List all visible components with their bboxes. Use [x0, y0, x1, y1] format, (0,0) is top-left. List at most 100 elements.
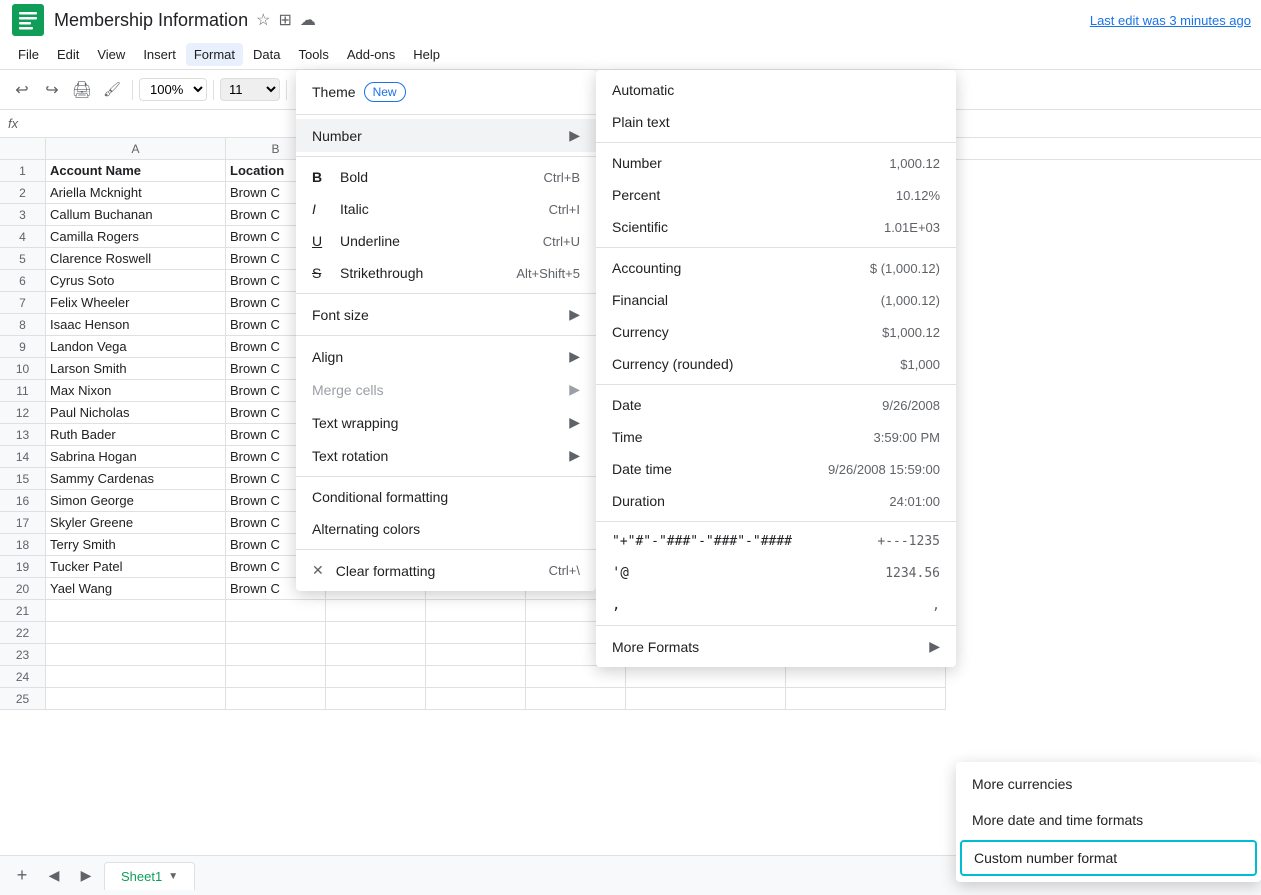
- cell-a24[interactable]: [46, 666, 226, 688]
- number-menu-item-scientific[interactable]: Scientific 1.01E+03: [596, 211, 956, 243]
- number-menu-item-duration[interactable]: Duration 24:01:00: [596, 485, 956, 517]
- cell-a21[interactable]: [46, 600, 226, 622]
- menu-item-data[interactable]: Data: [245, 43, 288, 66]
- number-menu-item-comma-format[interactable]: , ,: [596, 589, 956, 621]
- format-menu-item-text-rotation[interactable]: Text rotation ▶: [296, 439, 596, 472]
- number-menu-item-percent[interactable]: Percent 10.12%: [596, 179, 956, 211]
- number-menu-item-custom-date-format[interactable]: "+"#"-"###"-"###"-"#### +---1235: [596, 526, 956, 557]
- cell-a8[interactable]: Isaac Henson: [46, 314, 226, 336]
- cell-a14[interactable]: Sabrina Hogan: [46, 446, 226, 468]
- cell-e24[interactable]: [526, 666, 626, 688]
- format-menu-item-conditional-formatting[interactable]: Conditional formatting: [296, 481, 596, 513]
- custom-number-format-item[interactable]: Custom number format: [960, 840, 1257, 876]
- cell-a5[interactable]: Clarence Roswell: [46, 248, 226, 270]
- number-menu-item-more-formats[interactable]: More Formats ▶: [596, 630, 956, 663]
- cell-a10[interactable]: Larson Smith: [46, 358, 226, 380]
- cell-a16[interactable]: Simon George: [46, 490, 226, 512]
- nav-sheet-prev[interactable]: ◀: [40, 862, 68, 890]
- cell-g25[interactable]: [786, 688, 946, 710]
- cell-b24[interactable]: [226, 666, 326, 688]
- cell-c24[interactable]: [326, 666, 426, 688]
- font-size-select[interactable]: 11: [220, 78, 280, 101]
- cell-d24[interactable]: [426, 666, 526, 688]
- number-menu-item-currency[interactable]: Currency $1,000.12: [596, 316, 956, 348]
- nav-sheet-next[interactable]: ▶: [72, 862, 100, 890]
- last-edit[interactable]: Last edit was 3 minutes ago: [1090, 13, 1251, 28]
- number-menu-item-financial[interactable]: Financial (1,000.12): [596, 284, 956, 316]
- number-menu-item-date[interactable]: Date 9/26/2008: [596, 389, 956, 421]
- cell-a23[interactable]: [46, 644, 226, 666]
- menu-item-view[interactable]: View: [89, 43, 133, 66]
- format-menu-item-clear-formatting[interactable]: ✕ Clear formatting Ctrl+\: [296, 554, 596, 587]
- cell-d25[interactable]: [426, 688, 526, 710]
- cell-a20[interactable]: Yael Wang: [46, 578, 226, 600]
- cell-a7[interactable]: Felix Wheeler: [46, 292, 226, 314]
- add-sheet-button[interactable]: +: [8, 862, 36, 890]
- cell-b22[interactable]: [226, 622, 326, 644]
- cell-e25[interactable]: [526, 688, 626, 710]
- cell-a11[interactable]: Max Nixon: [46, 380, 226, 402]
- menu-item-tools[interactable]: Tools: [290, 43, 336, 66]
- format-menu-item-underline[interactable]: U Underline Ctrl+U: [296, 225, 596, 257]
- cell-c22[interactable]: [326, 622, 426, 644]
- format-menu-item-font-size[interactable]: Font size ▶: [296, 298, 596, 331]
- cell-a22[interactable]: [46, 622, 226, 644]
- menu-item-edit[interactable]: Edit: [49, 43, 87, 66]
- format-menu-item-text-wrapping[interactable]: Text wrapping ▶: [296, 406, 596, 439]
- menu-item-format[interactable]: Format: [186, 43, 243, 66]
- number-menu-item-number[interactable]: Number 1,000.12: [596, 147, 956, 179]
- format-menu-item-number[interactable]: Number ▶: [296, 119, 596, 152]
- print-button[interactable]: 🖨: [68, 76, 96, 104]
- number-menu-item-at-format[interactable]: '@ 1234.56: [596, 557, 956, 589]
- cell-a25[interactable]: [46, 688, 226, 710]
- number-menu-item-date-time[interactable]: Date time 9/26/2008 15:59:00: [596, 453, 956, 485]
- undo-button[interactable]: ↩: [8, 76, 36, 104]
- cell-a6[interactable]: Cyrus Soto: [46, 270, 226, 292]
- number-menu-item-currency-rounded[interactable]: Currency (rounded) $1,000: [596, 348, 956, 380]
- cell-g24[interactable]: [786, 666, 946, 688]
- zoom-select[interactable]: 100%: [139, 78, 207, 101]
- menu-item-addons[interactable]: Add-ons: [339, 43, 403, 66]
- cell-a13[interactable]: Ruth Bader: [46, 424, 226, 446]
- number-menu-item-time[interactable]: Time 3:59:00 PM: [596, 421, 956, 453]
- menu-item-insert[interactable]: Insert: [135, 43, 184, 66]
- cell-a9[interactable]: Landon Vega: [46, 336, 226, 358]
- format-menu-item-alternating-colors[interactable]: Alternating colors: [296, 513, 596, 545]
- number-menu-item-accounting[interactable]: Accounting $ (1,000.12): [596, 252, 956, 284]
- cell-a19[interactable]: Tucker Patel: [46, 556, 226, 578]
- cell-b23[interactable]: [226, 644, 326, 666]
- menu-item-file[interactable]: File: [10, 43, 47, 66]
- cell-b21[interactable]: [226, 600, 326, 622]
- cell-f24[interactable]: [626, 666, 786, 688]
- cell-d23[interactable]: [426, 644, 526, 666]
- cell-a15[interactable]: Sammy Cardenas: [46, 468, 226, 490]
- cell-c23[interactable]: [326, 644, 426, 666]
- number-menu-item-automatic[interactable]: Automatic: [596, 74, 956, 106]
- col-header-a[interactable]: A: [46, 138, 226, 159]
- menu-item-help[interactable]: Help: [405, 43, 448, 66]
- cell-a2[interactable]: Ariella Mcknight: [46, 182, 226, 204]
- sheet-tab-dropdown-icon[interactable]: ▼: [168, 871, 178, 882]
- cell-a18[interactable]: Terry Smith: [46, 534, 226, 556]
- cell-c21[interactable]: [326, 600, 426, 622]
- cell-c25[interactable]: [326, 688, 426, 710]
- more-currencies-item[interactable]: More currencies: [956, 766, 1261, 802]
- format-menu-item-bold[interactable]: B Bold Ctrl+B: [296, 161, 596, 193]
- cell-f25[interactable]: [626, 688, 786, 710]
- format-menu-item-italic[interactable]: I Italic Ctrl+I: [296, 193, 596, 225]
- cell-a17[interactable]: Skyler Greene: [46, 512, 226, 534]
- cell-a4[interactable]: Camilla Rogers: [46, 226, 226, 248]
- cell-a12[interactable]: Paul Nicholas: [46, 402, 226, 424]
- move-icon[interactable]: ⊞: [278, 10, 291, 30]
- cell-b25[interactable]: [226, 688, 326, 710]
- format-menu-item-theme[interactable]: Theme New: [296, 74, 596, 110]
- cell-d21[interactable]: [426, 600, 526, 622]
- sheet-tab-sheet1[interactable]: Sheet1 ▼: [104, 862, 195, 890]
- cell-d22[interactable]: [426, 622, 526, 644]
- number-menu-item-plain-text[interactable]: Plain text: [596, 106, 956, 138]
- cell-a3[interactable]: Callum Buchanan: [46, 204, 226, 226]
- redo-button[interactable]: ↪: [38, 76, 66, 104]
- cell-a1[interactable]: Account Name: [46, 160, 226, 182]
- star-icon[interactable]: ☆: [256, 10, 270, 30]
- cloud-icon[interactable]: ☁: [300, 10, 316, 30]
